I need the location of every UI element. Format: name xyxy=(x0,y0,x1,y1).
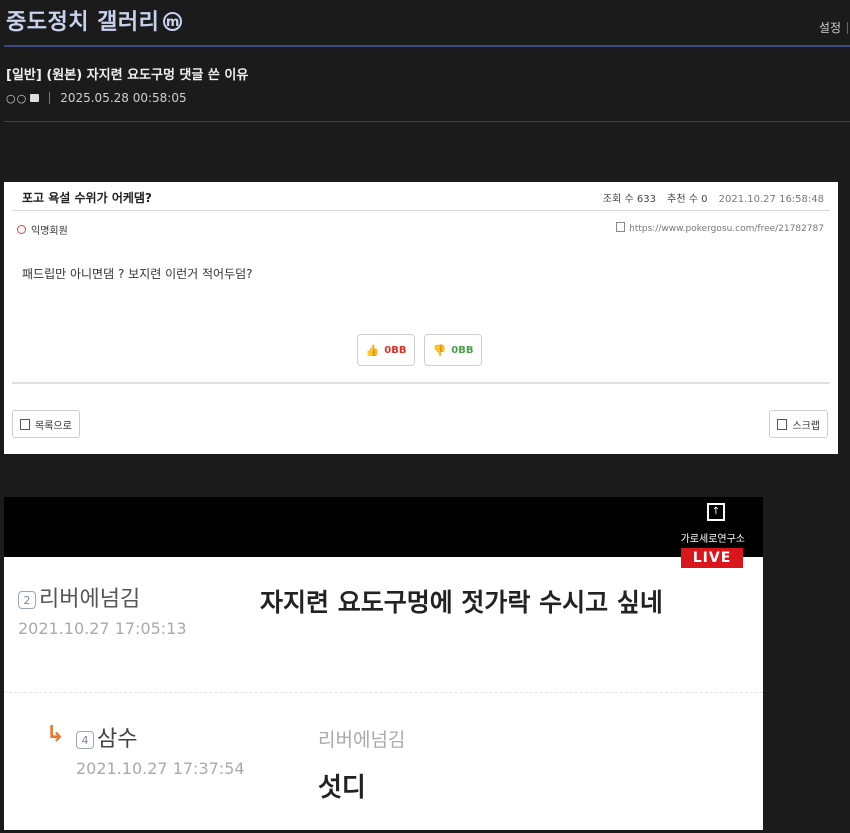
embed1-downvote-button: 👎 0BB xyxy=(424,334,482,366)
embed1-author-name: 익명회원 xyxy=(31,226,68,237)
level-icon: 4 xyxy=(76,731,94,749)
member-icon xyxy=(17,225,26,234)
embed1-scrap-label: 스크랩 xyxy=(792,420,820,432)
fixed-nick-icon xyxy=(30,94,40,102)
meta-separator xyxy=(49,92,51,104)
embed1-list-button: 목록으로 xyxy=(12,410,80,438)
bookmark-icon xyxy=(777,418,788,430)
post-author[interactable]: ○○ xyxy=(6,92,27,105)
embed1-date: 2021.10.27 16:58:48 xyxy=(718,194,824,205)
embed1-divider xyxy=(12,382,830,384)
embed1-title: 포고 욕설 수위가 어케댐? xyxy=(22,191,152,205)
broadcaster-logo-text: 가로세로연구소 xyxy=(680,534,745,545)
list-icon xyxy=(20,418,30,430)
thumbs-down-icon: 👎 xyxy=(432,343,447,357)
embed1-list-label: 목록으로 xyxy=(35,420,72,432)
embed1-views: 조회 수 633 xyxy=(602,194,656,205)
post-header-rule xyxy=(4,121,850,122)
comment-separator xyxy=(4,692,763,693)
thumbs-up-icon: 👍 xyxy=(365,343,380,357)
embed1-upvote-button: 👍 0BB xyxy=(357,334,415,366)
embed1-scrap-button: 스크랩 xyxy=(769,410,828,438)
embed1-downvote-count: 0BB xyxy=(451,344,474,356)
comment2-author: 4 삼수 xyxy=(76,721,137,753)
header-rule xyxy=(4,45,850,47)
broadcaster-logo-icon: ↑ xyxy=(707,503,725,521)
reply-arrow-icon: ↳ xyxy=(46,722,65,747)
embed1-url: https://www.pokergosu.com/free/21782787 xyxy=(616,222,824,234)
embed1-stats: 조회 수 633 추천 수 0 2021.10.27 16:58:48 xyxy=(603,190,824,205)
gallery-title-text[interactable]: 중도정치 갤러리 xyxy=(6,10,159,35)
comment1-author: 2 리버에넘김 xyxy=(18,581,140,613)
settings-label[interactable]: 설정 xyxy=(819,21,841,35)
embed1-body: 패드립만 아니면댐 ? 보지련 이런거 적어두덤? xyxy=(22,267,253,281)
embedded-screenshot-1: 포고 욕설 수위가 어케댐? 조회 수 633 추천 수 0 2021.10.2… xyxy=(4,182,838,454)
embed1-upvote-count: 0BB xyxy=(384,344,407,356)
live-badge: LIVE xyxy=(681,548,743,568)
comment1-date: 2021.10.27 17:05:13 xyxy=(18,619,187,638)
level-icon: 2 xyxy=(18,591,36,609)
embed1-url-text: https://www.pokergosu.com/free/21782787 xyxy=(629,224,824,234)
comment2-author-name: 삼수 xyxy=(97,727,138,752)
divider xyxy=(847,22,848,34)
embed1-author: 익명회원 xyxy=(17,222,68,237)
embed1-header: 포고 욕설 수위가 어케댐? 조회 수 633 추천 수 0 2021.10.2… xyxy=(12,182,830,211)
comment1-author-name: 리버에넘김 xyxy=(39,587,141,612)
embed1-recommend: 추천 수 0 xyxy=(667,194,708,205)
broadcast-band xyxy=(4,497,763,557)
comment1-text: 자지련 요도구멍에 젓가락 수시고 싶네 xyxy=(260,588,663,617)
embedded-screenshot-2: ↑ 가로세로연구소 LIVE 2 리버에넘김 2021.10.27 17:05:1… xyxy=(4,497,763,830)
post-meta: ○○ 2025.05.28 00:58:05 xyxy=(6,91,187,105)
comment2-text: 섯디 xyxy=(318,773,366,803)
settings-link[interactable]: 설정 xyxy=(819,19,848,36)
comment2-reply-to: 리버에넘김 xyxy=(318,729,406,751)
copy-icon xyxy=(616,222,626,232)
comment2-date: 2021.10.27 17:37:54 xyxy=(76,759,245,778)
post-datetime: 2025.05.28 00:58:05 xyxy=(60,91,187,105)
post-title: [일반] (원본) 자지련 요도구멍 댓글 쓴 이유 xyxy=(6,68,249,83)
gallery-title[interactable]: 중도정치 갤러리 m xyxy=(6,4,183,36)
minor-gallery-icon: m xyxy=(163,12,183,31)
